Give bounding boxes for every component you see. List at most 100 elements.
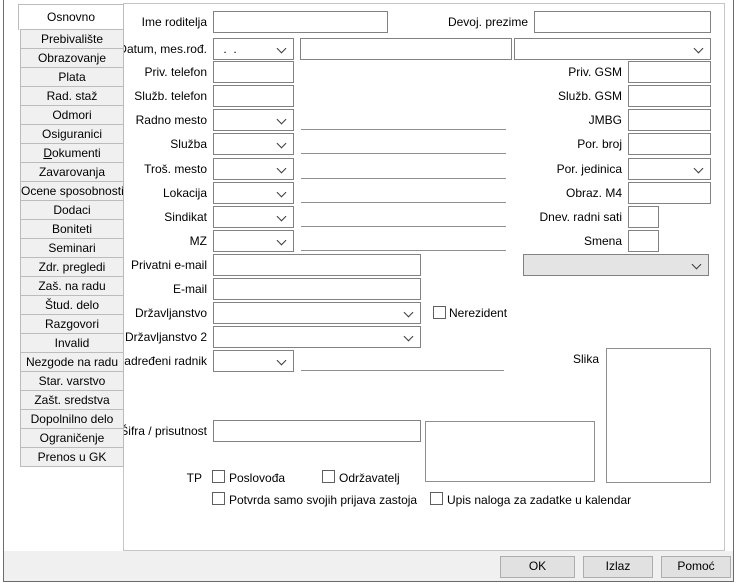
- lokacija-display: [301, 202, 506, 203]
- prisutnost-panel: [425, 421, 595, 482]
- tab-star-varstvo[interactable]: Star. varstvo: [20, 371, 124, 391]
- sluzba-display: [301, 153, 506, 154]
- tab-obrazovanje[interactable]: Obrazovanje: [20, 48, 124, 68]
- por-jedinica-label: Por. jedinica: [557, 162, 622, 177]
- tab-boniteti[interactable]: Boniteti: [20, 219, 124, 239]
- tab-page-osnovno: Ime roditelja Devoj. prezime Datum, mes.…: [123, 3, 725, 551]
- slika-label: Slika: [573, 352, 599, 367]
- nadredeni-radnik-combo[interactable]: [213, 350, 294, 372]
- mz-combo[interactable]: [213, 230, 294, 252]
- tab-stud-delo[interactable]: Štud. delo: [20, 295, 124, 315]
- email-input[interactable]: [213, 278, 421, 300]
- tab-zas-na-radu[interactable]: Zaš. na radu: [20, 276, 124, 296]
- sluzb-telefon-input[interactable]: [213, 85, 294, 107]
- tab-nezgode-na-radu[interactable]: Nezgode na radu: [20, 352, 124, 372]
- drzavljanstvo2-combo[interactable]: [213, 326, 421, 348]
- smena-input[interactable]: [628, 230, 659, 252]
- drzavljanstvo2-label: Državljanstvo 2: [125, 330, 207, 345]
- por-broj-input[interactable]: [628, 133, 711, 155]
- upis-checkbox[interactable]: [430, 492, 443, 505]
- nerezident-checkbox[interactable]: [433, 306, 446, 319]
- priv-telefon-label: Priv. telefon: [145, 65, 207, 80]
- tab-zdr-pregledi[interactable]: Zdr. pregledi: [20, 257, 124, 277]
- sindikat-label: Sindikat: [164, 210, 207, 225]
- chevron-down-icon: [277, 356, 287, 366]
- tros-mesto-label: Troš. mesto: [144, 162, 207, 177]
- priv-telefon-input[interactable]: [213, 61, 294, 83]
- tab-osiguranici[interactable]: Osiguranici: [20, 124, 124, 144]
- odrzavatelj-checkbox[interactable]: [322, 470, 335, 483]
- lokacija-combo[interactable]: [213, 182, 294, 204]
- datum-mes-rod-combo[interactable]: . .: [213, 38, 294, 60]
- ime-roditelja-label: Ime roditelja: [142, 15, 207, 30]
- chevron-down-icon: [692, 260, 702, 270]
- tab-ocene-sposobnosti[interactable]: Ocene sposobnosti: [20, 181, 124, 201]
- tab-dodaci[interactable]: Dodaci: [20, 200, 124, 220]
- lokacija-label: Lokacija: [163, 186, 207, 201]
- sindikat-display: [301, 226, 506, 227]
- sindikat-combo[interactable]: [213, 206, 294, 228]
- datum-mes-rod-text[interactable]: [300, 38, 512, 60]
- ok-button[interactable]: OK: [500, 556, 575, 578]
- tab-dopolnilno-delo[interactable]: Dopolnilno delo: [20, 409, 124, 429]
- devoj-prezime-input[interactable]: [534, 11, 711, 33]
- tab-rad-staz[interactable]: Rad. staž: [20, 86, 124, 106]
- sluzba-combo[interactable]: [213, 133, 294, 155]
- potvrda-checkbox[interactable]: [212, 492, 225, 505]
- tab-dokumenti[interactable]: Dokumenti: [20, 143, 124, 163]
- tros-mesto-combo[interactable]: [213, 158, 294, 180]
- nerezident-label: Nerezident: [449, 306, 507, 321]
- tab-prenos-u-gk[interactable]: Prenos u GK: [20, 447, 124, 467]
- pomoc-button[interactable]: Pomoć: [661, 556, 731, 578]
- jmbg-input[interactable]: [628, 109, 711, 131]
- ime-roditelja-input[interactable]: [213, 11, 388, 33]
- tab-osnovno[interactable]: Osnovno: [18, 4, 124, 30]
- priv-gsm-input[interactable]: [628, 61, 711, 83]
- slika-picture-box: [606, 348, 711, 483]
- sifra-prisutnost-input[interactable]: [213, 420, 421, 442]
- tab-zavarovanja[interactable]: Zavarovanja: [20, 162, 124, 182]
- obraz-m4-input[interactable]: [628, 182, 711, 204]
- potvrda-label: Potvrda samo svojih prijava zastoja: [229, 493, 417, 508]
- nadredeni-radnik-display: [301, 370, 504, 371]
- tab-zast-sredstva[interactable]: Zašt. sredstva: [20, 390, 124, 410]
- privatni-email-input[interactable]: [213, 254, 421, 276]
- tab-plata[interactable]: Plata: [20, 67, 124, 87]
- mz-label: MZ: [190, 234, 207, 249]
- sifra-prisutnost-label: Šifra / prisutnost: [123, 424, 207, 439]
- poslovoda-label: Poslovođa: [229, 471, 285, 486]
- radno-mesto-label: Radno mesto: [136, 113, 207, 128]
- tab-prebivaliste[interactable]: Prebivalište: [20, 29, 124, 49]
- chevron-down-icon: [404, 332, 414, 342]
- poslovoda-checkbox[interactable]: [212, 470, 225, 483]
- tab-seminari[interactable]: Seminari: [20, 238, 124, 258]
- datum-mes-rod-right-combo[interactable]: [514, 38, 711, 60]
- tab-strip: Osnovno Prebivalište Obrazovanje Plata R…: [18, 4, 124, 467]
- jmbg-label: JMBG: [589, 113, 622, 128]
- odrzavatelj-label: Održavatelj: [339, 471, 400, 486]
- dnev-radni-sati-input[interactable]: [628, 206, 659, 228]
- por-broj-label: Por. broj: [577, 137, 622, 152]
- tab-odmori[interactable]: Odmori: [20, 105, 124, 125]
- priv-gsm-label: Priv. GSM: [568, 65, 622, 80]
- chevron-down-icon: [277, 44, 287, 54]
- chevron-down-icon: [277, 115, 287, 125]
- tab-ogranicenje[interactable]: Ograničenje: [20, 428, 124, 448]
- chevron-down-icon: [277, 188, 287, 198]
- por-jedinica-combo[interactable]: [628, 158, 711, 180]
- tab-invalid[interactable]: Invalid: [20, 333, 124, 353]
- tp-label: TP: [187, 471, 202, 486]
- chevron-down-icon: [694, 164, 704, 174]
- devoj-prezime-label: Devoj. prezime: [448, 15, 528, 30]
- sluzb-gsm-input[interactable]: [628, 85, 711, 107]
- sluzb-gsm-label: Služb. GSM: [558, 89, 622, 104]
- drzavljanstvo-combo[interactable]: [213, 302, 421, 324]
- upis-label: Upis naloga za zadatke u kalendar: [447, 493, 631, 508]
- nadredeni-radnik-label: Nadređeni radnik: [123, 354, 207, 369]
- chevron-down-icon: [277, 164, 287, 174]
- tab-razgovori[interactable]: Razgovori: [20, 314, 124, 334]
- drzavljanstvo-label: Državljanstvo: [135, 306, 207, 321]
- datum-mes-rod-label: Datum, mes.rođ.: [123, 42, 207, 57]
- radno-mesto-combo[interactable]: [213, 109, 294, 131]
- izlaz-button[interactable]: Izlaz: [583, 556, 653, 578]
